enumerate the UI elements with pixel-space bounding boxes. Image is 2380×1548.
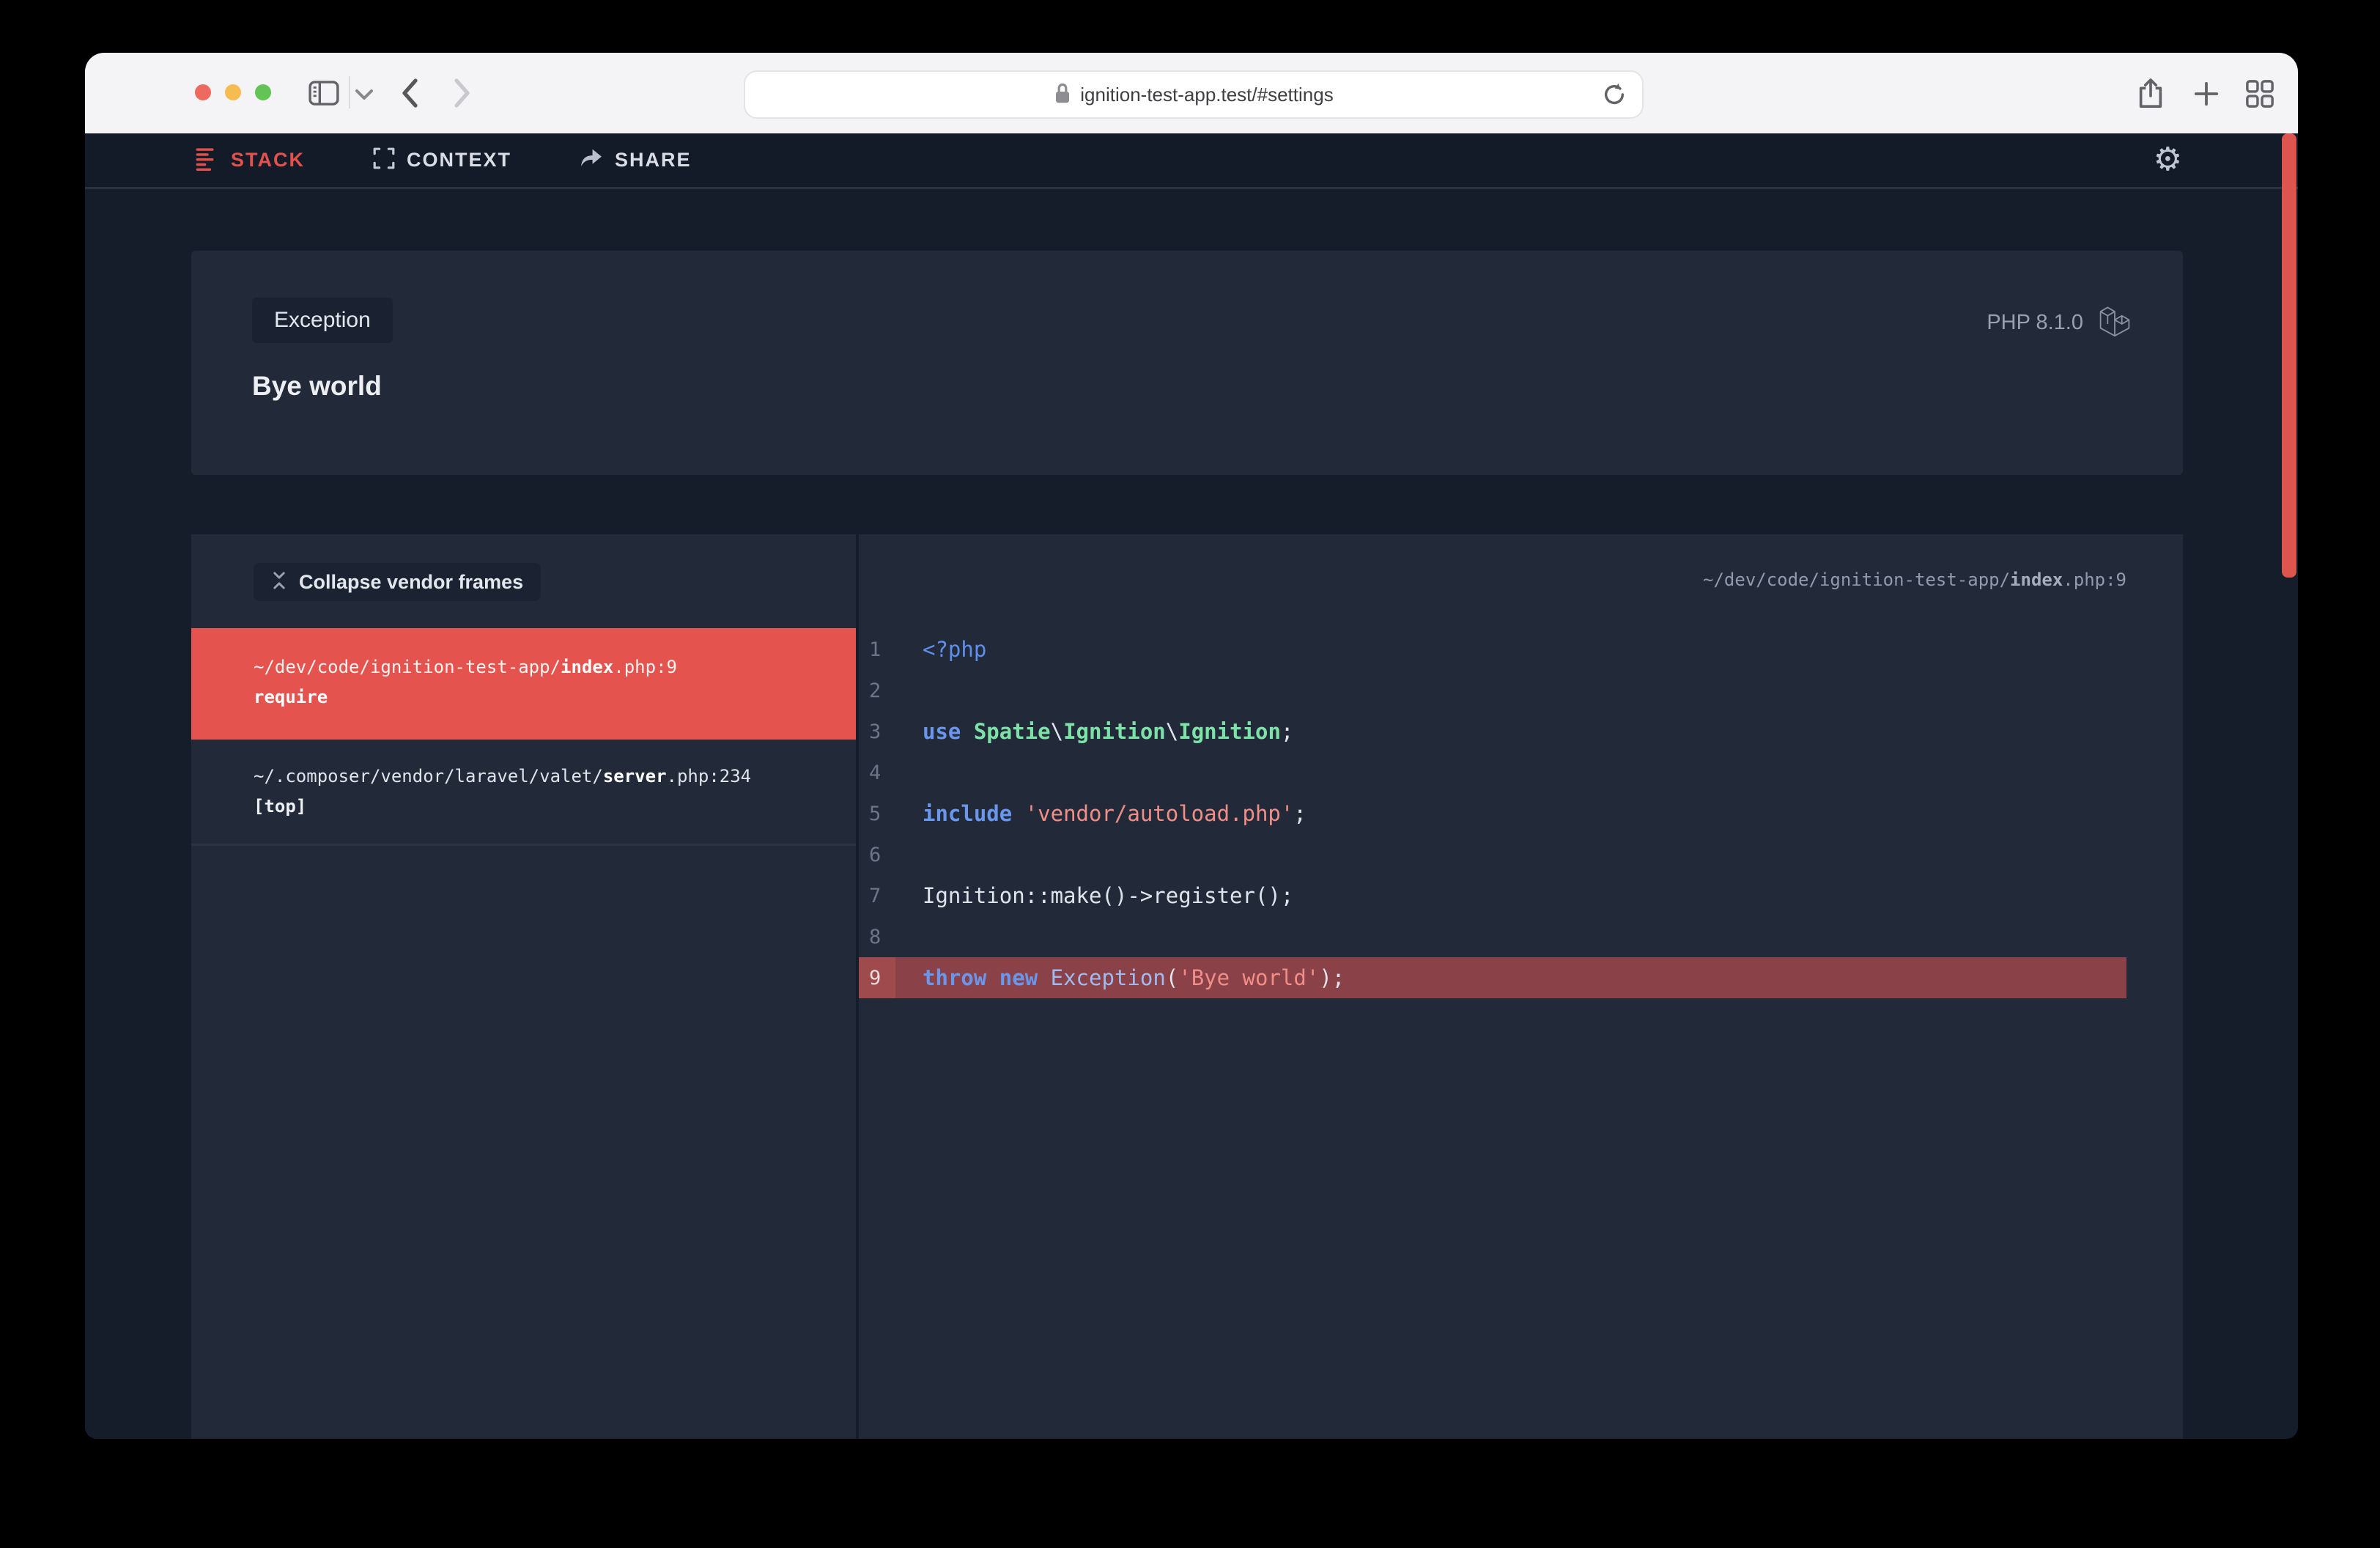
ignition-navbar: STACK CONTEXT <box>85 133 2298 189</box>
new-tab-icon[interactable] <box>2192 80 2220 108</box>
code-line-text: Ignition::make()->register(); <box>923 883 1293 908</box>
line-number: 5 <box>859 803 895 825</box>
code-line: 9 throw new Exception('Bye world'); <box>859 957 2126 998</box>
address-bar[interactable]: ignition-test-app.test/#settings <box>744 70 1644 119</box>
stack-trace-panel: Collapse vendor frames ~/dev/code/igniti… <box>191 534 856 1439</box>
code-snippet-panel: ~/dev/code/ignition-test-app/index.php:9… <box>859 534 2183 1439</box>
line-number: 7 <box>859 885 895 907</box>
code-line: 6 <box>859 834 2126 875</box>
code-line: 3 use Spatie\Ignition\Ignition; <box>859 711 2126 752</box>
code-line-text: use Spatie\Ignition\Ignition; <box>923 719 1293 744</box>
ignition-page: Exception Bye world PHP 8.1.0 <box>85 189 2298 1439</box>
frame-method: [top] <box>254 792 827 822</box>
code-line-text: throw new Exception('Bye world'); <box>923 965 1345 990</box>
minimize-button[interactable] <box>225 84 241 100</box>
code-line: 7 Ignition::make()->register(); <box>859 875 2126 916</box>
code-line: 8 <box>859 916 2126 957</box>
line-number: 3 <box>859 720 895 743</box>
tab-overview-icon[interactable] <box>2245 79 2274 108</box>
chevron-down-icon[interactable] <box>355 88 374 101</box>
tab-context-label: CONTEXT <box>407 149 511 172</box>
line-number: 9 <box>859 957 895 998</box>
browser-toolbar: ignition-test-app.test/#settings <box>85 53 2298 135</box>
safari-window: ignition-test-app.test/#settings <box>85 53 2298 1439</box>
code-line-text: include 'vendor/autoload.php'; <box>923 801 1307 826</box>
exception-card: Exception Bye world PHP 8.1.0 <box>191 251 2183 475</box>
window-controls <box>195 84 271 100</box>
back-button[interactable] <box>400 78 419 108</box>
zoom-button[interactable] <box>255 84 271 100</box>
collapse-icon <box>271 570 287 594</box>
code-line: 1 <?php <box>859 629 2126 670</box>
context-icon <box>372 147 396 174</box>
exception-message: Bye world <box>252 371 382 402</box>
url-text: ignition-test-app.test/#settings <box>1080 84 1333 106</box>
tab-share-label: SHARE <box>615 149 692 172</box>
refresh-button[interactable] <box>1601 81 1627 111</box>
stack-frame[interactable]: ~/dev/code/ignition-test-app/index.php:9… <box>191 628 856 740</box>
tab-context[interactable]: CONTEXT <box>372 147 511 174</box>
forward-button[interactable] <box>453 78 472 108</box>
exception-class-badge: Exception <box>252 298 393 343</box>
frame-file-path: ~/dev/code/ignition-test-app/index.php:9 <box>254 652 827 682</box>
tab-share[interactable]: SHARE <box>579 147 692 174</box>
stack-frames-list: ~/dev/code/ignition-test-app/index.php:9… <box>191 628 856 846</box>
code-line: 5 include 'vendor/autoload.php'; <box>859 793 2126 834</box>
line-number: 1 <box>859 638 895 661</box>
code-lines: 1 <?php 2 3 use Spatie\Ignition\Ignition; 4 5 i… <box>859 629 2126 998</box>
line-number: 6 <box>859 844 895 866</box>
tab-stack[interactable]: STACK <box>195 146 305 174</box>
share-icon[interactable] <box>2135 77 2166 109</box>
lock-icon <box>1054 81 1071 108</box>
toolbar-divider <box>349 76 350 108</box>
code-line: 2 <box>859 670 2126 711</box>
settings-gear-icon[interactable]: ⚙ <box>2154 139 2182 180</box>
code-line: 4 <box>859 752 2126 793</box>
code-file-path: ~/dev/code/ignition-test-app/index.php:9 <box>1703 570 2126 590</box>
code-line-text: <?php <box>923 637 986 662</box>
close-button[interactable] <box>195 84 211 100</box>
tab-stack-label: STACK <box>231 149 305 172</box>
sidebar-toggle-icon[interactable] <box>308 81 339 106</box>
php-version: PHP 8.1.0 <box>1987 311 2083 335</box>
scrollbar-thumb[interactable] <box>2282 133 2296 578</box>
desktop-background: ignition-test-app.test/#settings <box>0 0 2380 1548</box>
share-arrow-icon <box>579 147 604 174</box>
collapse-button-label: Collapse vendor frames <box>299 571 523 594</box>
laravel-icon <box>2099 305 2130 341</box>
collapse-vendor-frames-button[interactable]: Collapse vendor frames <box>254 563 541 601</box>
frame-file-path: ~/.composer/vendor/laravel/valet/server.… <box>254 762 827 792</box>
frame-method: require <box>254 682 827 712</box>
line-number: 8 <box>859 926 895 948</box>
line-number: 4 <box>859 762 895 784</box>
line-number: 2 <box>859 679 895 702</box>
stack-frame[interactable]: ~/.composer/vendor/laravel/valet/server.… <box>191 740 856 846</box>
stack-icon <box>195 146 220 174</box>
